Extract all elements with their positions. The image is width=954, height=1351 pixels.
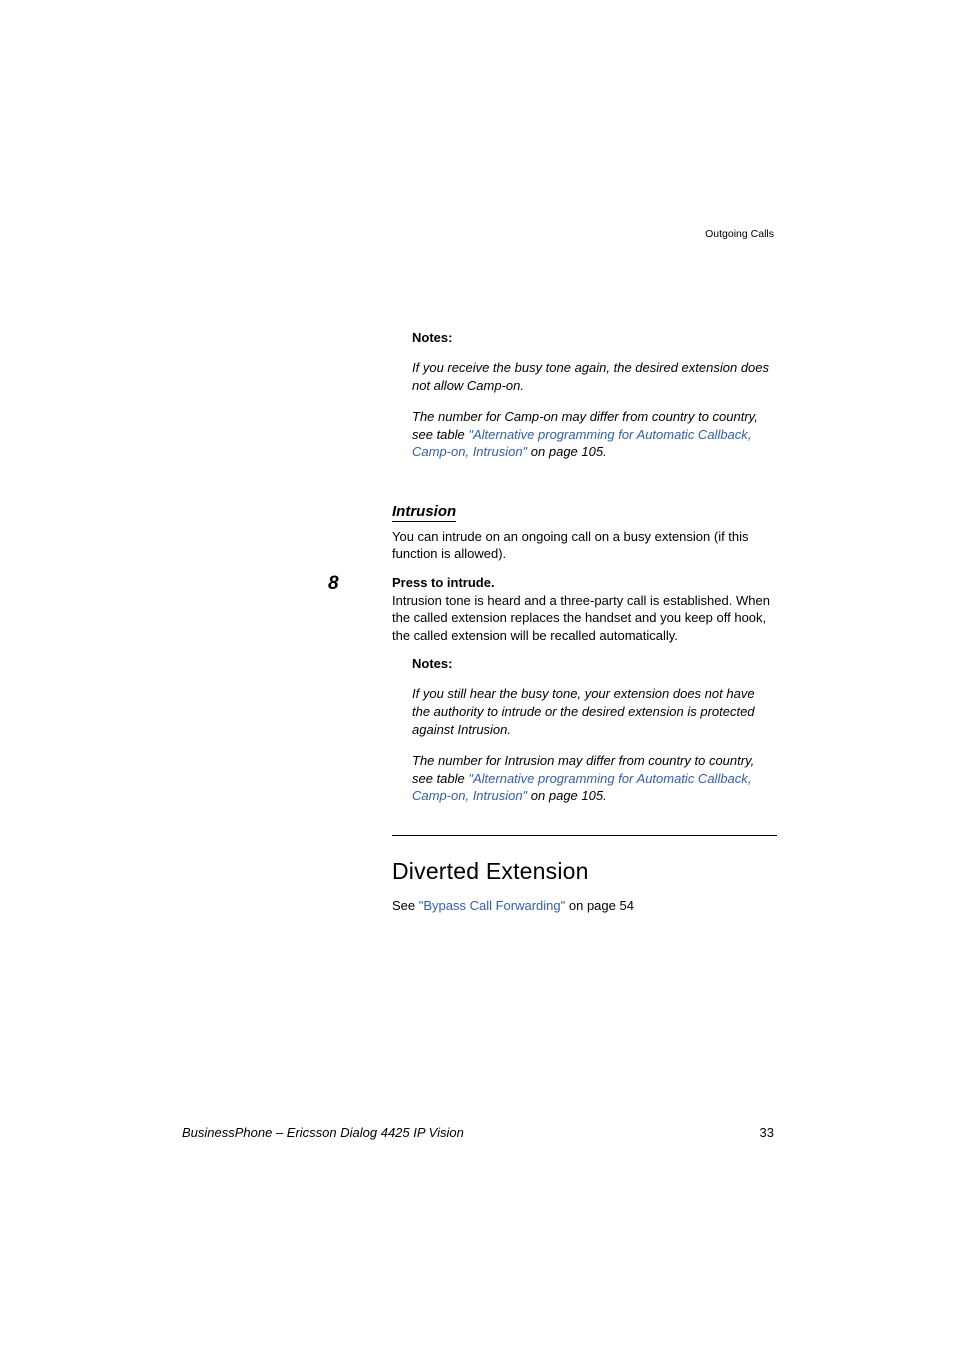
notes1-paragraph-1: If you receive the busy tone again, the … [412,359,772,394]
notes2-paragraph-2: The number for Intrusion may differ from… [412,752,772,805]
page-content: Notes: If you receive the busy tone agai… [392,330,767,926]
notes1-paragraph-2: The number for Camp-on may differ from c… [412,408,772,461]
notes1-p2-post: on page 105. [527,444,607,459]
intrusion-section: Intrusion You can intrude on an ongoing … [392,475,767,645]
see-pre: See [392,898,419,913]
intrusion-heading: Intrusion [392,503,456,522]
notes-label-1: Notes: [412,330,772,345]
document-page: Outgoing Calls Notes: If you receive the… [0,0,954,1351]
page-footer: BusinessPhone – Ericsson Dialog 4425 IP … [182,1125,774,1140]
notes2-p2-post: on page 105. [527,788,607,803]
diverted-heading: Diverted Extension [392,858,767,885]
footer-page-number: 33 [760,1125,774,1140]
diverted-see-line: See "Bypass Call Forwarding" on page 54 [392,898,767,913]
notes2-paragraph-1: If you still hear the busy tone, your ex… [412,685,772,738]
diverted-extension-section: Diverted Extension See "Bypass Call Forw… [392,858,767,913]
step-row: 8 Press to intrude. [392,575,767,590]
running-header: Outgoing Calls [705,228,774,240]
notes-block-1: Notes: If you receive the busy tone agai… [412,330,772,461]
footer-product: BusinessPhone – Ericsson Dialog 4425 IP … [182,1125,464,1140]
step-number: 8 [328,573,339,595]
notes-label-2: Notes: [412,656,772,671]
step-title: Press to intrude. [392,575,767,590]
see-link-bypass[interactable]: "Bypass Call Forwarding" [419,898,566,913]
notes-block-2: Notes: If you still hear the busy tone, … [412,656,772,804]
see-post: on page 54 [565,898,634,913]
step-body: Intrusion tone is heard and a three-part… [392,592,777,645]
section-divider [392,835,777,836]
intrusion-intro: You can intrude on an ongoing call on a … [392,528,777,563]
